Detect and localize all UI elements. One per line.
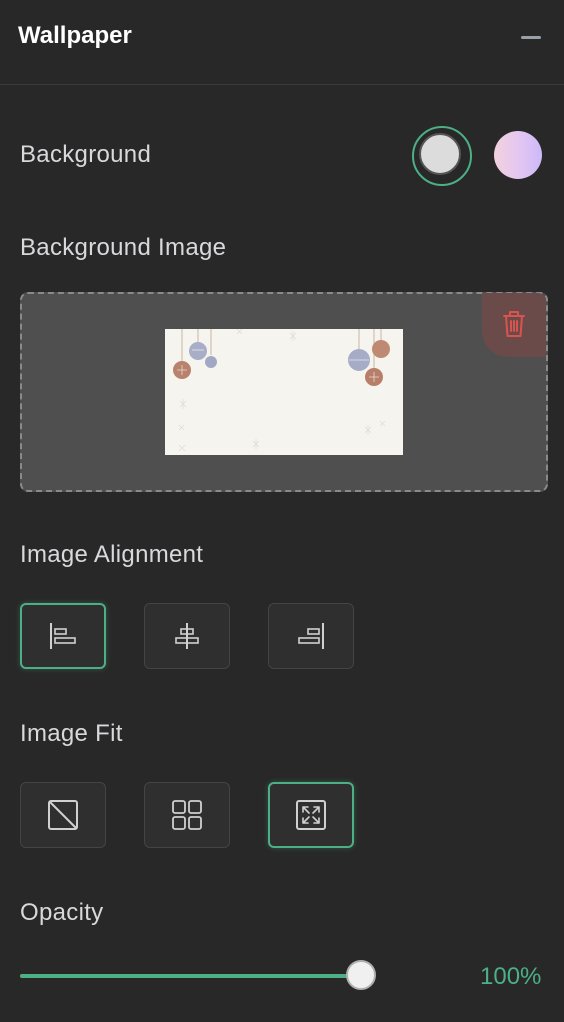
opacity-value: 100% (480, 963, 542, 990)
image-fit-label: Image Fit (20, 720, 123, 747)
opacity-slider-fill (20, 974, 361, 978)
wallpaper-thumbnail (165, 328, 403, 455)
panel-title: Wallpaper (18, 22, 132, 49)
opacity-slider-thumb[interactable] (346, 960, 376, 990)
background-image-label: Background Image (20, 234, 227, 261)
align-left-icon (50, 623, 76, 649)
fit-tile-button[interactable] (144, 782, 230, 848)
align-center-button[interactable] (144, 603, 230, 669)
align-left-button[interactable] (20, 603, 106, 669)
background-image-dropzone[interactable] (20, 292, 548, 492)
image-alignment-label: Image Alignment (20, 541, 204, 568)
background-label: Background (20, 141, 152, 168)
align-right-button[interactable] (268, 603, 354, 669)
fit-none-button[interactable] (20, 782, 106, 848)
expand-arrows-icon (296, 800, 326, 830)
swatch-gradient[interactable] (494, 131, 542, 179)
grid-tile-icon (172, 800, 202, 830)
christmas-ornaments-image (165, 328, 403, 455)
solid-gray-color (419, 133, 461, 175)
align-right-icon (298, 623, 324, 649)
delete-image-button[interactable] (482, 293, 546, 357)
collapse-minus-icon[interactable] (516, 27, 546, 49)
swatch-solid-gray[interactable] (412, 126, 472, 186)
fit-expand-button[interactable] (268, 782, 354, 848)
no-fit-icon (48, 800, 78, 830)
opacity-label: Opacity (20, 899, 104, 926)
align-center-icon (175, 623, 199, 649)
trash-icon (503, 311, 525, 337)
wallpaper-header: Wallpaper (0, 0, 564, 85)
opacity-slider[interactable] (20, 960, 376, 990)
